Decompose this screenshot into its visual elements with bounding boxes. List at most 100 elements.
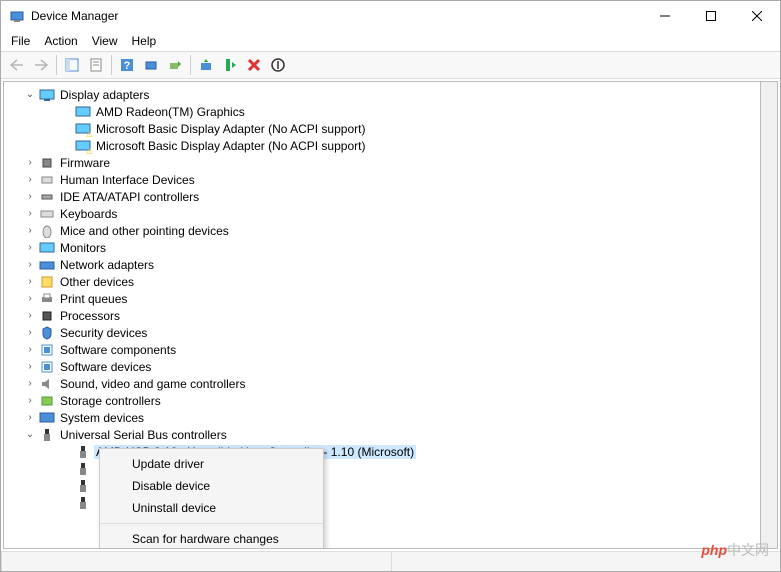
- tree-node-storage[interactable]: ›Storage controllers: [6, 392, 758, 409]
- expand-icon[interactable]: ›: [24, 191, 36, 203]
- tree-node-swcomp[interactable]: ›Software components: [6, 341, 758, 358]
- separator: [56, 55, 57, 75]
- tree-node-processors[interactable]: ›Processors: [6, 307, 758, 324]
- window-title: Device Manager: [31, 9, 642, 23]
- expand-icon[interactable]: ›: [24, 412, 36, 424]
- menubar: File Action View Help: [1, 31, 780, 51]
- scan-button[interactable]: [139, 53, 163, 77]
- expand-icon[interactable]: ›: [24, 293, 36, 305]
- ide-icon: [39, 189, 55, 205]
- expand-icon[interactable]: ›: [24, 378, 36, 390]
- storage-icon: [39, 393, 55, 409]
- software-components-icon: [39, 342, 55, 358]
- forward-button[interactable]: [29, 53, 53, 77]
- uninstall-button[interactable]: [242, 53, 266, 77]
- hid-icon: [39, 172, 55, 188]
- tree-node-network[interactable]: ›Network adapters: [6, 256, 758, 273]
- display-adapter-warning-icon: [75, 138, 91, 154]
- expand-icon[interactable]: ›: [24, 242, 36, 254]
- tree-node-print[interactable]: ›Print queues: [6, 290, 758, 307]
- context-disable-device[interactable]: Disable device: [100, 475, 323, 497]
- tree-node-display-adapters[interactable]: ⌄ Display adapters: [6, 86, 758, 103]
- maximize-button[interactable]: [688, 1, 734, 31]
- expand-icon[interactable]: ›: [24, 395, 36, 407]
- expand-icon[interactable]: ›: [24, 310, 36, 322]
- system-icon: [39, 410, 55, 426]
- expand-icon[interactable]: ›: [24, 225, 36, 237]
- other-icon: [39, 274, 55, 290]
- processor-icon: [39, 308, 55, 324]
- tree-node-keyboards[interactable]: ›Keyboards: [6, 205, 758, 222]
- tree-node-security[interactable]: ›Security devices: [6, 324, 758, 341]
- device-tree[interactable]: ⌄ Display adapters AMD Radeon(TM) Graphi…: [3, 81, 761, 549]
- display-adapter-icon: [75, 104, 91, 120]
- monitor-icon: [39, 240, 55, 256]
- tree-node-ide[interactable]: ›IDE ATA/ATAPI controllers: [6, 188, 758, 205]
- context-uninstall-device[interactable]: Uninstall device: [100, 497, 323, 519]
- context-update-driver[interactable]: Update driver: [100, 453, 323, 475]
- expand-icon[interactable]: ›: [24, 344, 36, 356]
- context-menu: Update driver Disable device Uninstall d…: [99, 448, 324, 549]
- back-button[interactable]: [5, 53, 29, 77]
- disable-button[interactable]: [266, 53, 290, 77]
- usb-icon: [75, 444, 91, 460]
- context-scan-hardware[interactable]: Scan for hardware changes: [100, 528, 323, 549]
- menu-view[interactable]: View: [86, 32, 124, 50]
- expand-icon[interactable]: ›: [24, 208, 36, 220]
- expand-icon[interactable]: ›: [24, 276, 36, 288]
- mouse-icon: [39, 223, 55, 239]
- menu-action[interactable]: Action: [38, 32, 83, 50]
- usb-icon: [75, 478, 91, 494]
- display-adapter-icon: [39, 87, 55, 103]
- collapse-icon[interactable]: ⌄: [24, 429, 36, 441]
- update-driver-button[interactable]: [194, 53, 218, 77]
- tree-node-hid[interactable]: ›Human Interface Devices: [6, 171, 758, 188]
- enable-button[interactable]: [218, 53, 242, 77]
- expand-icon[interactable]: ›: [24, 327, 36, 339]
- tree-node-swdev[interactable]: ›Software devices: [6, 358, 758, 375]
- tree-node-mice[interactable]: ›Mice and other pointing devices: [6, 222, 758, 239]
- add-legacy-button[interactable]: [163, 53, 187, 77]
- tree-node-monitors[interactable]: ›Monitors: [6, 239, 758, 256]
- close-button[interactable]: [734, 1, 780, 31]
- display-adapter-warning-icon: [75, 121, 91, 137]
- usb-icon: [39, 427, 55, 443]
- menu-separator: [100, 523, 323, 524]
- separator: [190, 55, 191, 75]
- menu-help[interactable]: Help: [126, 32, 163, 50]
- firmware-icon: [39, 155, 55, 171]
- network-icon: [39, 257, 55, 273]
- collapse-icon[interactable]: ⌄: [24, 89, 36, 101]
- tree-node-sound[interactable]: ›Sound, video and game controllers: [6, 375, 758, 392]
- watermark: php中文网: [701, 540, 769, 560]
- show-hide-button[interactable]: [60, 53, 84, 77]
- expand-icon[interactable]: ›: [24, 174, 36, 186]
- usb-icon: [75, 461, 91, 477]
- toolbar: ?: [1, 51, 780, 79]
- tree-leaf[interactable]: Microsoft Basic Display Adapter (No ACPI…: [6, 120, 758, 137]
- software-devices-icon: [39, 359, 55, 375]
- menu-file[interactable]: File: [5, 32, 36, 50]
- expand-icon[interactable]: ›: [24, 361, 36, 373]
- separator: [111, 55, 112, 75]
- vertical-scrollbar[interactable]: [761, 81, 778, 549]
- tree-node-firmware[interactable]: ›Firmware: [6, 154, 758, 171]
- svg-text:?: ?: [124, 60, 131, 72]
- expand-icon[interactable]: ›: [24, 259, 36, 271]
- statusbar: [1, 551, 780, 571]
- properties-button[interactable]: [84, 53, 108, 77]
- tree-node-system[interactable]: ›System devices: [6, 409, 758, 426]
- titlebar: Device Manager: [1, 1, 780, 31]
- tree-leaf[interactable]: AMD Radeon(TM) Graphics: [6, 103, 758, 120]
- device-manager-icon: [9, 8, 25, 24]
- tree-leaf[interactable]: Microsoft Basic Display Adapter (No ACPI…: [6, 137, 758, 154]
- minimize-button[interactable]: [642, 1, 688, 31]
- expand-icon[interactable]: ›: [24, 157, 36, 169]
- content-area: ⌄ Display adapters AMD Radeon(TM) Graphi…: [1, 79, 780, 551]
- sound-icon: [39, 376, 55, 392]
- tree-node-usb[interactable]: ⌄ Universal Serial Bus controllers: [6, 426, 758, 443]
- keyboard-icon: [39, 206, 55, 222]
- tree-node-other[interactable]: ›Other devices: [6, 273, 758, 290]
- help-button[interactable]: ?: [115, 53, 139, 77]
- security-icon: [39, 325, 55, 341]
